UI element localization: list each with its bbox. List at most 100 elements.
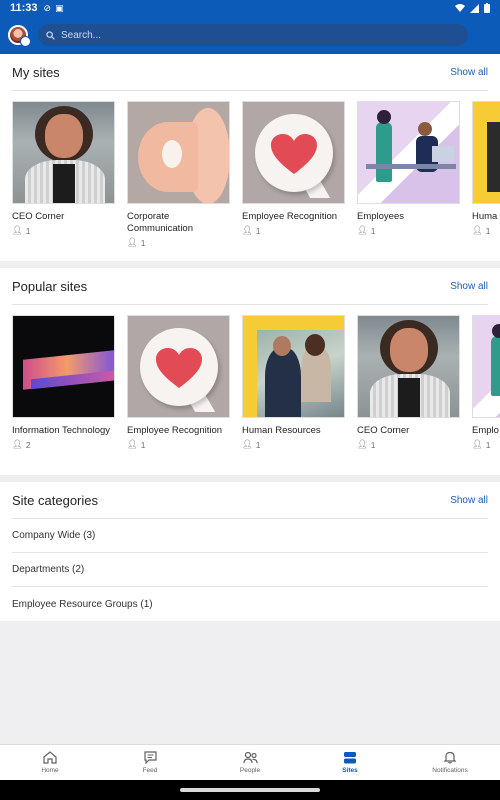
wifi-icon xyxy=(455,4,465,12)
site-thumbnail xyxy=(357,315,460,418)
home-icon xyxy=(43,751,57,764)
search-placeholder: Search... xyxy=(61,29,102,41)
site-name: Emplo xyxy=(472,425,499,436)
my-sites-section: My sites Show all CEO Corner 👤︎ 1 Corpora… xyxy=(0,54,500,261)
my-sites-header: My sites Show all xyxy=(12,54,488,91)
member-count: 2 xyxy=(25,439,31,450)
section-title: Popular sites xyxy=(12,278,88,294)
site-tile[interactable]: Corporate Communication 👤︎ 1 xyxy=(127,101,230,261)
site-tile[interactable]: Huma 👤︎ 1 xyxy=(472,101,500,261)
site-tile[interactable]: Employee Recognition 👤︎ 1 xyxy=(242,101,345,261)
site-thumbnail xyxy=(12,315,115,418)
profile-avatar[interactable] xyxy=(8,25,31,47)
site-name: Information Technology xyxy=(12,425,111,436)
member-count: 1 xyxy=(370,225,376,236)
site-tile[interactable]: Emplo 👤︎ 1 xyxy=(472,315,500,475)
member-count: 1 xyxy=(25,225,31,236)
member-count: 1 xyxy=(140,237,146,248)
battery-icon xyxy=(484,3,490,13)
site-tile[interactable]: CEO Corner 👤︎ 1 xyxy=(12,101,115,261)
signal-icon xyxy=(470,3,479,13)
search-icon xyxy=(46,30,55,40)
site-name: Employees xyxy=(357,211,404,222)
site-thumbnail xyxy=(242,101,345,204)
site-categories-header: Site categories Show all xyxy=(12,482,488,519)
popular-sites-tiles: Information Technology 👤︎ 2 Employee Reco… xyxy=(12,305,500,475)
site-name: CEO Corner xyxy=(12,211,65,222)
bottom-nav: Home Feed People Sites Notifications xyxy=(0,744,500,780)
site-tile[interactable]: Employees 👤︎ 1 xyxy=(357,101,460,261)
site-tile[interactable]: Human Resources 👤︎ 1 xyxy=(242,315,345,475)
search-bar[interactable]: Search... xyxy=(38,24,468,46)
nav-home[interactable]: Home xyxy=(0,745,100,780)
heart-icon xyxy=(156,348,202,388)
show-all-link[interactable]: Show all xyxy=(450,67,488,78)
site-name: Huma xyxy=(472,211,498,222)
site-thumbnail xyxy=(472,315,500,418)
site-name: CEO Corner xyxy=(357,425,410,436)
member-icon: 👤︎ xyxy=(127,439,138,449)
nav-people[interactable]: People xyxy=(200,745,300,780)
sites-icon xyxy=(344,752,356,764)
member-count: 1 xyxy=(255,439,261,450)
member-icon: 👤︎ xyxy=(12,439,23,449)
site-thumbnail xyxy=(242,315,345,418)
site-tile[interactable]: CEO Corner 👤︎ 1 xyxy=(357,315,460,475)
site-name: Human Resources xyxy=(242,425,321,436)
member-icon: 👤︎ xyxy=(242,439,253,449)
nav-label: Sites xyxy=(342,767,358,774)
status-bar: 11:33 ⊘ ▣ xyxy=(0,0,500,16)
nav-label: Notifications xyxy=(432,767,468,774)
category-item[interactable]: Company Wide (3) xyxy=(12,519,488,553)
nav-notifications[interactable]: Notifications xyxy=(400,745,500,780)
member-icon: 👤︎ xyxy=(472,439,483,449)
main-content: My sites Show all CEO Corner 👤︎ 1 Corpora… xyxy=(0,54,500,628)
nav-feed[interactable]: Feed xyxy=(100,745,200,780)
member-count: 1 xyxy=(255,225,261,236)
site-thumbnail xyxy=(127,315,230,418)
member-icon: 👤︎ xyxy=(127,237,138,247)
feed-icon xyxy=(143,751,157,764)
site-tile[interactable]: Information Technology 👤︎ 2 xyxy=(12,315,115,475)
member-count: 1 xyxy=(485,439,491,450)
category-item[interactable]: Departments (2) xyxy=(12,553,488,587)
member-count: 1 xyxy=(485,225,491,236)
member-icon: 👤︎ xyxy=(472,225,483,235)
site-thumbnail xyxy=(472,101,500,204)
system-gesture-bar xyxy=(0,780,500,800)
heart-icon xyxy=(271,134,317,174)
my-sites-tiles: CEO Corner 👤︎ 1 Corporate Communication 👤… xyxy=(12,91,500,261)
home-gesture-handle[interactable] xyxy=(180,788,320,792)
nav-label: People xyxy=(239,767,261,774)
category-item[interactable]: Employee Resource Groups (1) xyxy=(12,587,488,621)
site-thumbnail xyxy=(127,101,230,204)
site-thumbnail xyxy=(357,101,460,204)
nav-label: Feed xyxy=(142,767,158,774)
popular-sites-section: Popular sites Show all Information Techn… xyxy=(0,268,500,475)
avatar-badge-icon xyxy=(20,36,31,47)
show-all-link[interactable]: Show all xyxy=(450,281,488,292)
site-categories-section: Site categories Show all Company Wide (3… xyxy=(0,482,500,621)
site-thumbnail xyxy=(12,101,115,204)
member-icon: 👤︎ xyxy=(357,225,368,235)
member-count: 1 xyxy=(140,439,146,450)
site-name: Employee Recognition xyxy=(127,425,223,436)
site-name: Employee Recognition xyxy=(242,211,338,222)
app-notification-icon: ▣ xyxy=(55,2,64,13)
people-icon xyxy=(242,751,258,764)
section-title: Site categories xyxy=(12,492,98,508)
show-all-link[interactable]: Show all xyxy=(450,495,488,506)
member-icon: 👤︎ xyxy=(357,439,368,449)
site-tile[interactable]: Employee Recognition 👤︎ 1 xyxy=(127,315,230,475)
nav-label: Home xyxy=(41,767,59,774)
status-time: 11:33 xyxy=(10,2,38,14)
member-icon: 👤︎ xyxy=(12,225,23,235)
site-name: Corporate Communication xyxy=(127,211,193,234)
section-title: My sites xyxy=(12,64,60,80)
popular-sites-header: Popular sites Show all xyxy=(12,268,488,305)
app-header: Search... xyxy=(0,16,500,54)
member-icon: 👤︎ xyxy=(242,225,253,235)
nav-sites[interactable]: Sites xyxy=(300,745,400,780)
member-count: 1 xyxy=(370,439,376,450)
dnd-icon: ⊘ xyxy=(43,2,52,13)
